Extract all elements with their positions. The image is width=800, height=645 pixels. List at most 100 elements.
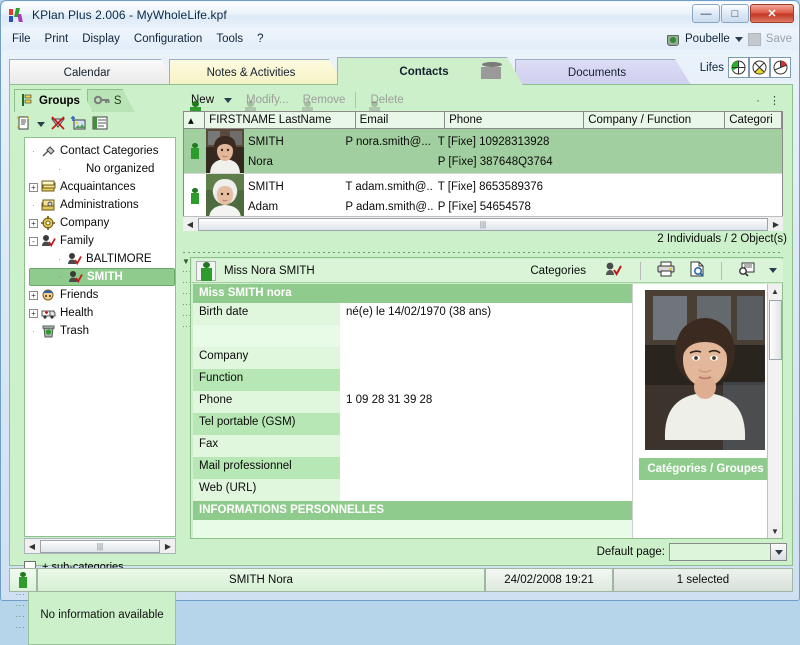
assign-category-icon[interactable] [604,261,622,280]
tab-search[interactable]: S [87,89,135,112]
save-button: Save [765,33,792,45]
tree-expander-icon[interactable]: - [29,236,38,246]
detail-field-value[interactable]: né(e) le 14/02/1970 (38 ans) [340,303,633,325]
gear-icon [41,215,56,231]
new-contact-chevron-down-icon[interactable] [224,97,233,103]
grid-header-col-4[interactable]: Categori [725,112,782,128]
detail-splitter[interactable]: ▼ ⋮⋮⋮⋮⋮⋮ [182,255,192,540]
lifes-toolbar: Lifes [700,57,791,78]
grid-header-col-0[interactable]: FIRSTNAME LastName [205,112,356,128]
contacts-grid-hscrollbar[interactable]: ◀ ||| ▶ [183,216,783,231]
tree-item-company[interactable]: + Company [29,214,175,232]
detail-field-value[interactable]: 1 09 28 31 39 28 [340,391,633,413]
trash-label[interactable]: Poubelle [685,33,730,45]
table-row[interactable]: SMITH Adam T adam.smith@... P adam.smith@..… [184,174,782,219]
tree-expander-icon[interactable]: + [29,308,38,318]
tree-expander-icon[interactable]: + [29,290,38,300]
toolbar-overflow-icon[interactable]: · ⋮ [756,94,783,107]
tree-item-trash[interactable]: · Trash [29,322,175,340]
tree-item-health[interactable]: + Health [29,304,175,322]
grid-header-col-1[interactable]: Email [356,112,446,128]
family-icon [41,234,56,249]
detail-scroll-down-icon[interactable]: ▼ [768,524,782,538]
menu-print[interactable]: Print [45,33,69,45]
print-icon[interactable] [657,261,675,280]
key-icon [94,94,110,109]
add-image-icon[interactable] [71,115,87,134]
detail-vscroll-thumb[interactable] [768,300,782,360]
detail-field-value[interactable] [340,347,633,369]
tree-line-icon: · [58,164,61,174]
save-icon [747,32,761,46]
grid-header-col-2[interactable]: Phone [445,112,585,128]
view-options-chevron-down-icon[interactable] [769,268,777,273]
grid-scroll-right-icon[interactable]: ▶ [769,217,783,231]
tree-item-administrations[interactable]: · Administrations [29,196,175,214]
contacts-grid[interactable]: ▴ FIRSTNAME LastName Email Phone Company / F… [183,111,783,231]
life-green-icon[interactable] [728,57,749,78]
menu-configuration[interactable]: Configuration [134,33,202,45]
detail-field-value[interactable] [340,479,633,501]
grid-header-col-3[interactable]: Company / Function [584,112,726,128]
new-contact-button[interactable]: New [187,94,214,120]
grid-scroll-left-icon[interactable]: ◀ [183,217,197,231]
tree-item-contact-categories[interactable]: · Contact Categories [29,142,175,160]
tree-item-no-organized[interactable]: · No organized [29,160,175,178]
tree-expander-icon[interactable]: + [29,182,38,192]
new-group-chevron-down-icon[interactable] [37,121,45,127]
print-preview-icon[interactable] [689,261,705,280]
tree-item-label: Acquaintances [60,181,136,193]
grid-hscroll-thumb[interactable]: ||| [198,217,768,231]
scroll-left-icon[interactable]: ◀ [25,539,39,553]
life-yellow-icon[interactable] [749,57,770,78]
minimize-button[interactable]: — [692,4,720,23]
trash-icon [666,32,680,46]
tree-expander-icon[interactable]: + [29,218,38,228]
detail-field-row: Function [193,369,633,391]
contacts-grid-header: ▴ FIRSTNAME LastName Email Phone Company / F… [184,112,782,129]
detail-field-value[interactable] [340,435,633,457]
detail-field-label: Company [193,347,340,369]
new-group-icon[interactable] [16,115,32,134]
tab-documents[interactable]: Documents [515,59,691,85]
groups-tree[interactable]: · Contact Categories · No organized + Acquain… [24,137,176,537]
table-row[interactable]: SMITH Nora P nora.smith@... T [Fixe] 109283… [184,129,782,174]
tree-item-acquaintances[interactable]: + Acquaintances [29,178,175,196]
menu-tools[interactable]: Tools [216,33,243,45]
delete-group-icon[interactable] [50,115,66,134]
tab-groups[interactable]: Groups [14,89,93,112]
menu-file[interactable]: File [12,33,31,45]
default-page-select[interactable] [669,543,787,561]
tree-item-baltimore[interactable]: · BALTIMORE [29,250,175,268]
view-options-icon[interactable] [738,261,756,280]
tree-item-label: No organized [86,163,155,175]
close-button[interactable]: ✕ [750,4,794,23]
default-page-chevron-down-icon[interactable] [770,544,786,560]
hscroll-thumb[interactable]: ||| [40,539,160,553]
detail-field-value[interactable] [340,457,633,479]
groups-tree-hscrollbar[interactable]: ◀ ||| ▶ [24,538,176,554]
tab-calendar[interactable]: Calendar [9,59,177,85]
tab-notes-activities[interactable]: Notes & Activities [169,59,345,85]
tree-item-family[interactable]: - Family [29,232,175,250]
list-properties-icon[interactable] [92,115,108,134]
chevron-down-icon[interactable] [734,36,743,42]
toolbar-separator [355,92,357,108]
detail-scroll-up-icon[interactable]: ▲ [768,284,782,298]
menu-display[interactable]: Display [82,33,120,45]
detail-field-value[interactable] [340,325,633,347]
contact-photo [645,290,765,450]
detail-field-value[interactable] [340,369,633,391]
detail-vscrollbar[interactable]: ▲ ▼ [767,284,782,538]
tree-item-smith[interactable]: · SMITH [29,268,175,286]
tab-contacts[interactable]: Contacts [337,57,523,85]
categories-groupes-button[interactable]: Catégories / Groupes [639,458,772,480]
detail-field-value[interactable] [340,413,633,435]
menu-help[interactable]: ? [257,33,263,45]
scroll-right-icon[interactable]: ▶ [161,539,175,553]
life-red-icon[interactable] [770,57,791,78]
detail-vscroll-track[interactable] [768,360,782,524]
tree-item-friends[interactable]: + Friends [29,286,175,304]
maximize-button[interactable]: □ [721,4,749,23]
tree-item-label: Company [60,217,110,229]
